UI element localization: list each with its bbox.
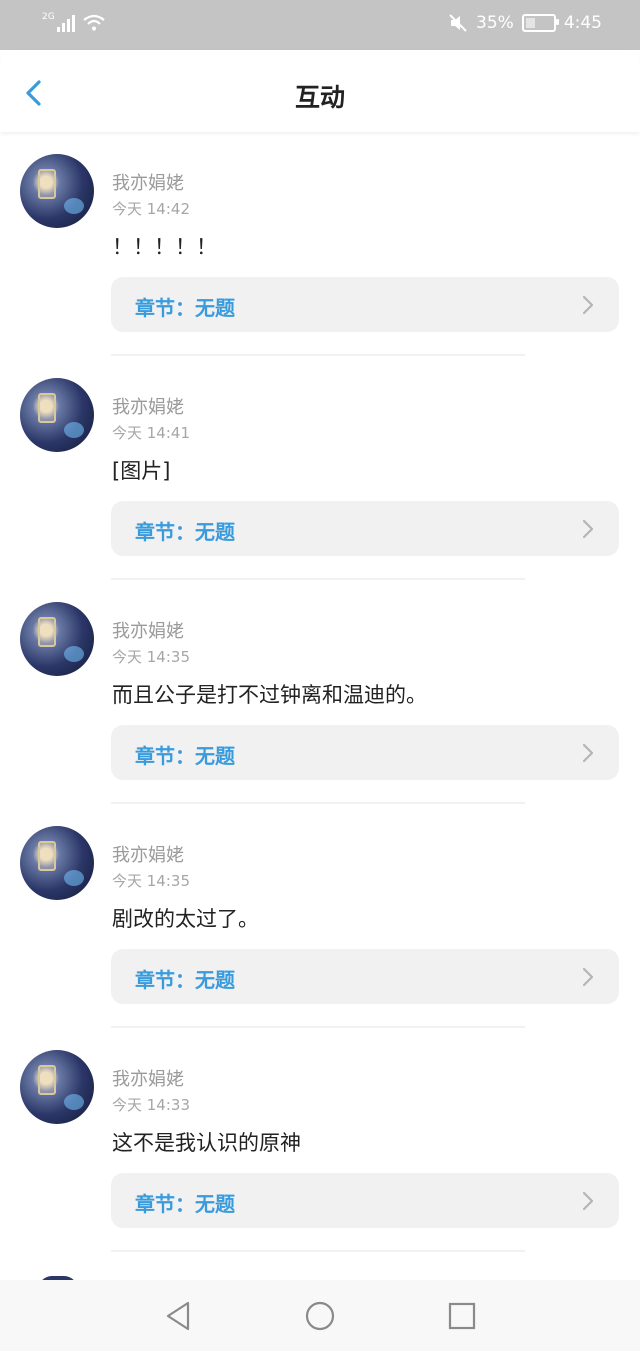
circle-home-icon xyxy=(305,1301,335,1331)
glow-icon xyxy=(64,198,84,214)
username[interactable]: 我亦娟姥 xyxy=(112,841,184,867)
lantern-icon xyxy=(38,169,56,199)
page-title: 互动 xyxy=(294,83,345,112)
divider xyxy=(111,1250,525,1252)
message-content: [图片] xyxy=(112,459,171,483)
chapter-label: 章节：无题 xyxy=(135,520,235,544)
timestamp: 今天 14:35 xyxy=(112,872,190,890)
chapter-label: 章节：无题 xyxy=(135,1192,235,1216)
list-item: 我亦娟姥 今天 14:35 而且公子是打不过钟离和温迪的。 章节：无题 xyxy=(0,580,640,804)
avatar[interactable] xyxy=(20,378,94,452)
lantern-icon xyxy=(38,393,56,423)
lantern-icon xyxy=(38,1065,56,1095)
chapter-label: 章节：无题 xyxy=(135,744,235,768)
chapter-label: 章节：无题 xyxy=(135,296,235,320)
battery-icon xyxy=(521,14,559,32)
timestamp: 今天 14:33 xyxy=(112,1096,190,1114)
avatar[interactable] xyxy=(20,154,94,228)
glow-icon xyxy=(64,422,84,438)
glow-icon xyxy=(64,870,84,886)
avatar[interactable] xyxy=(20,1050,94,1124)
glow-icon xyxy=(64,646,84,662)
chevron-right-icon xyxy=(582,967,594,987)
username[interactable]: 我亦娟姥 xyxy=(112,169,184,195)
nav-home-button[interactable] xyxy=(302,1298,338,1334)
status-bar: 2G 35% 4:45 xyxy=(0,0,640,50)
chapter-link-button[interactable]: 章节：无题 xyxy=(111,949,619,1004)
interaction-list: 我亦娟姥 今天 14:42 ！！！！！ 章节：无题 我亦娟姥 今天 14:41 … xyxy=(0,132,640,1252)
list-item: 我亦娟姥 今天 14:33 这不是我认识的原神 章节：无题 xyxy=(0,1028,640,1252)
chevron-right-icon xyxy=(582,1191,594,1211)
list-item: 我亦娟姥 今天 14:35 剧改的太过了。 章节：无题 xyxy=(0,804,640,1028)
chevron-right-icon xyxy=(582,743,594,763)
chevron-right-icon xyxy=(582,295,594,315)
lantern-icon xyxy=(38,841,56,871)
chapter-link-button[interactable]: 章节：无题 xyxy=(111,501,619,556)
timestamp: 今天 14:35 xyxy=(112,648,190,666)
nav-back-button[interactable] xyxy=(160,1298,196,1334)
chevron-right-icon xyxy=(582,519,594,539)
timestamp: 今天 14:41 xyxy=(112,424,190,442)
system-nav-bar xyxy=(0,1280,640,1351)
message-content: 而且公子是打不过钟离和温迪的。 xyxy=(112,683,427,707)
battery-level xyxy=(525,18,535,28)
glow-icon xyxy=(64,1094,84,1110)
app-header: 互动 xyxy=(0,50,640,132)
status-left: 2G xyxy=(42,12,105,32)
message-content: 剧改的太过了。 xyxy=(112,907,259,931)
username[interactable]: 我亦娟姥 xyxy=(112,617,184,643)
chapter-link-button[interactable]: 章节：无题 xyxy=(111,1173,619,1228)
username[interactable]: 我亦娟姥 xyxy=(112,1065,184,1091)
wifi-icon xyxy=(83,14,105,31)
lantern-icon xyxy=(38,617,56,647)
timestamp: 今天 14:42 xyxy=(112,200,190,218)
list-item: 我亦娟姥 今天 14:41 [图片] 章节：无题 xyxy=(0,356,640,580)
network-type: 2G xyxy=(42,12,55,22)
chapter-link-button[interactable]: 章节：无题 xyxy=(111,725,619,780)
avatar[interactable] xyxy=(20,602,94,676)
triangle-back-icon xyxy=(166,1301,190,1331)
mute-icon xyxy=(449,14,467,32)
chapter-link-button[interactable]: 章节：无题 xyxy=(111,277,619,332)
chapter-label: 章节：无题 xyxy=(135,968,235,992)
list-item: 我亦娟姥 今天 14:42 ！！！！！ 章节：无题 xyxy=(0,132,640,356)
square-recent-icon xyxy=(448,1302,476,1330)
status-right: 35% 4:45 xyxy=(448,13,602,33)
signal-icon xyxy=(56,15,75,32)
clock: 4:45 xyxy=(563,13,602,33)
username[interactable]: 我亦娟姥 xyxy=(112,393,184,419)
message-content: ！！！！！ xyxy=(112,235,217,259)
message-content: 这不是我认识的原神 xyxy=(112,1131,301,1155)
nav-recent-button[interactable] xyxy=(444,1298,480,1334)
avatar[interactable] xyxy=(20,826,94,900)
battery-percent: 35% xyxy=(476,13,514,33)
